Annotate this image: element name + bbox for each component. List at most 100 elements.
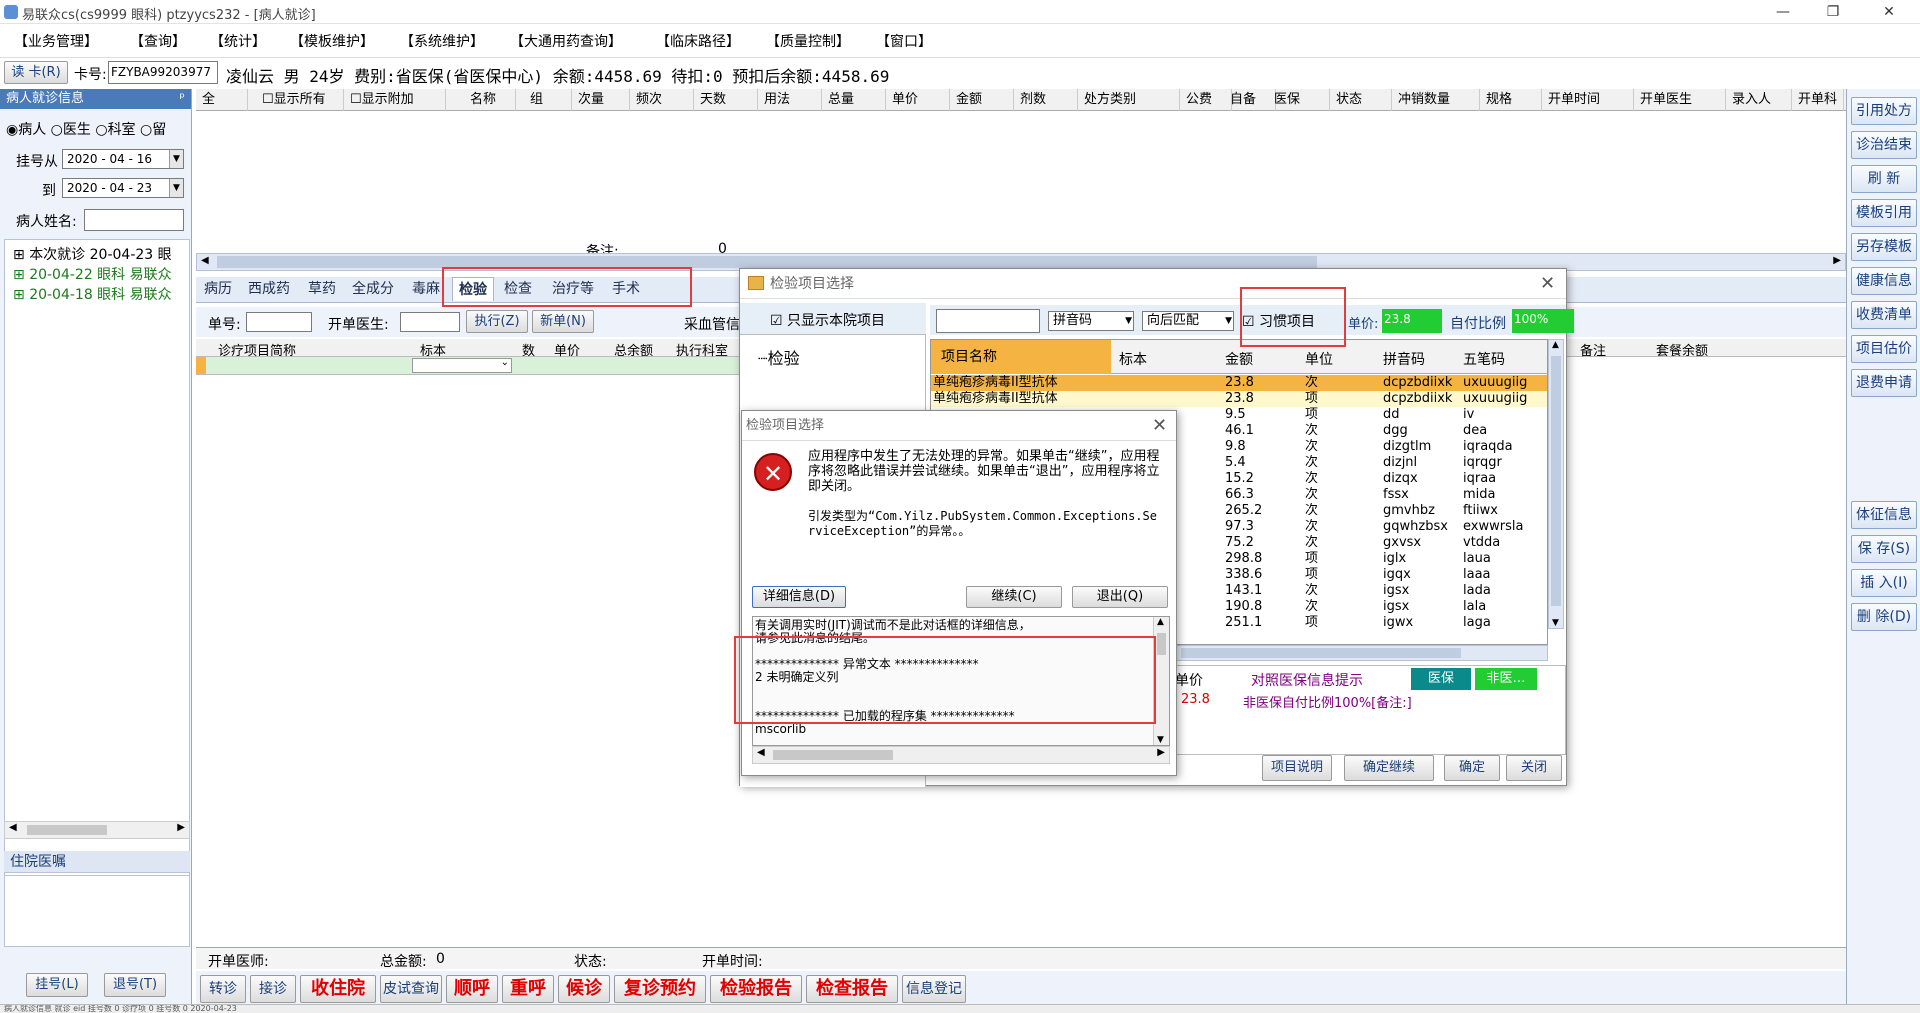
chevron-down-icon[interactable]: ▼ [1225, 312, 1232, 330]
unregister-button[interactable]: 退号(T) [104, 973, 166, 997]
scroll-right-icon[interactable]: ▶ [177, 822, 185, 833]
menu-template[interactable]: 【模板维护】 [290, 31, 374, 51]
details-hscroll[interactable]: ◀ ▶ [752, 746, 1170, 764]
lab-item-row[interactable]: 单纯疱疹病毒II型抗体 23.8 项 dcpzbdiixk uxuuugiig [931, 391, 1547, 407]
item-description-button[interactable]: 项目说明 [1262, 755, 1332, 781]
expand-icon[interactable]: ⊞ [13, 287, 25, 303]
card-number-input[interactable]: FZYBA99203977 [108, 61, 218, 84]
radio-doctor[interactable]: ○ [51, 122, 63, 138]
checkbox-show-all[interactable]: ☐ [262, 92, 274, 107]
scroll-thumb[interactable] [217, 256, 1317, 268]
scroll-down-icon[interactable]: ▼ [1157, 735, 1164, 745]
scroll-up-icon[interactable]: ▲ [1552, 340, 1559, 350]
template-cite-button[interactable]: 模板引用 [1851, 199, 1917, 227]
quit-button[interactable]: 退出(Q) [1072, 586, 1168, 608]
register-button[interactable]: 挂号(L) [26, 973, 88, 997]
admit-button[interactable]: 收住院 [300, 975, 376, 1003]
scroll-right-icon[interactable]: ▶ [1833, 255, 1841, 266]
menu-system[interactable]: 【系统维护】 [400, 31, 484, 51]
date-to-input[interactable]: 2020 - 04 - 23 ▼ [62, 178, 184, 198]
tab-western-medicine[interactable]: 西成药 [242, 277, 296, 301]
search-input[interactable] [936, 309, 1040, 333]
item-estimate-button[interactable]: 项目估价 [1851, 335, 1917, 363]
insert-button[interactable]: 插 入(I) [1851, 569, 1917, 597]
scroll-thumb[interactable] [27, 825, 107, 835]
radio-dept[interactable]: ○ [95, 122, 107, 138]
col-show-extra[interactable]: ☐显示附加 [346, 89, 446, 111]
tab-narcotic[interactable]: 毒麻 [406, 277, 446, 301]
scroll-left-icon[interactable]: ◀ [201, 255, 209, 266]
scroll-thumb[interactable] [1551, 356, 1561, 606]
lab-grid-vscroll[interactable]: ▲ ▼ [1548, 339, 1564, 629]
scroll-down-icon[interactable]: ▼ [1552, 618, 1559, 628]
scroll-left-icon[interactable]: ◀ [9, 822, 17, 833]
save-button[interactable]: 保 存(S) [1851, 535, 1917, 563]
details-button[interactable]: 详细信息(D) [752, 586, 846, 608]
tree-item-current[interactable]: ⊞ 本次就诊 20-04-23 眼 [13, 244, 189, 264]
exam-report-button[interactable]: 检查报告 [806, 975, 898, 1003]
only-local-checkbox[interactable]: ☑ 只显示本院项目 [770, 310, 885, 330]
order-doctor-input[interactable] [400, 312, 460, 332]
skin-test-button[interactable]: 皮试查询 [380, 975, 442, 1003]
menu-drug-query[interactable]: 【大通用药查询】 [510, 31, 622, 51]
chevron-down-icon[interactable]: ▼ [1125, 312, 1132, 330]
chevron-down-icon[interactable]: ⌄ [501, 357, 509, 368]
date-to-dropdown-icon[interactable]: ▼ [169, 179, 183, 197]
close-icon[interactable]: ✕ [1152, 415, 1167, 436]
col-all[interactable]: 全 [198, 89, 248, 111]
recall-button[interactable]: 重呼 [502, 975, 554, 1003]
checkbox-checked-icon[interactable]: ☑ [770, 313, 783, 329]
specimen-dropdown[interactable]: ⌄ [412, 357, 512, 373]
menu-clinical-path[interactable]: 【临床路径】 [656, 31, 740, 51]
read-card-button[interactable]: 读 卡(R) [4, 61, 68, 84]
lab-item-row[interactable]: 单纯疱疹病毒II型抗体 23.8 次 dcpzbdiixk uxuuugiig [931, 375, 1547, 391]
date-from-dropdown-icon[interactable]: ▼ [169, 150, 183, 168]
refresh-button[interactable]: 刷 新 [1851, 165, 1917, 193]
col-show-all[interactable]: ☐显示所有 [258, 89, 344, 111]
waiting-button[interactable]: 候诊 [558, 975, 610, 1003]
checkbox-show-extra[interactable]: ☐ [350, 92, 362, 107]
maximize-button[interactable]: ❐ [1810, 0, 1856, 24]
scroll-thumb[interactable] [1157, 633, 1166, 655]
non-insurance-button[interactable]: 非医… [1475, 668, 1537, 690]
scroll-right-icon[interactable]: ▶ [1157, 747, 1165, 758]
save-template-button[interactable]: 另存模板 [1851, 233, 1917, 261]
info-register-button[interactable]: 信息登记 [902, 975, 966, 1003]
menu-query[interactable]: 【查询】 [130, 31, 186, 51]
scroll-left-icon[interactable]: ◀ [757, 747, 765, 758]
receive-button[interactable]: 接诊 [250, 975, 296, 1003]
continue-button[interactable]: 继续(C) [966, 586, 1062, 608]
tree-item-visit[interactable]: ⊞ 20-04-22 眼科 易联众 [13, 264, 189, 284]
scroll-up-icon[interactable]: ▲ [1157, 617, 1164, 627]
close-dialog-button[interactable]: 关闭 [1506, 755, 1562, 781]
radio-stay[interactable]: ○ [140, 122, 152, 138]
match-mode-select[interactable]: 向后匹配 ▼ [1142, 311, 1234, 331]
tab-full-component[interactable]: 全成分 [346, 277, 400, 301]
confirm-continue-button[interactable]: 确定继续 [1344, 755, 1434, 781]
menu-window[interactable]: 【窗口】 [876, 31, 932, 51]
health-info-button[interactable]: 健康信息 [1851, 267, 1917, 295]
tree-horizontal-scrollbar[interactable]: ◀ ▶ [4, 821, 190, 839]
tab-herbal[interactable]: 草药 [302, 277, 342, 301]
close-icon[interactable]: ✕ [1540, 273, 1555, 294]
tab-record[interactable]: 病历 [198, 277, 238, 301]
expand-icon[interactable]: ⊞ [13, 247, 25, 263]
followup-button[interactable]: 复诊预约 [614, 975, 706, 1003]
menu-stats[interactable]: 【统计】 [210, 31, 266, 51]
expand-icon[interactable]: ⊞ [13, 267, 25, 283]
cite-prescription-button[interactable]: 引用处方 [1851, 97, 1917, 125]
minimize-button[interactable]: — [1760, 0, 1806, 24]
date-from-input[interactable]: 2020 - 04 - 16 ▼ [62, 149, 184, 169]
lab-report-button[interactable]: 检验报告 [710, 975, 802, 1003]
tree-item-visit[interactable]: ⊞ 20-04-18 眼科 易联众 [13, 284, 189, 304]
scroll-thumb[interactable] [773, 750, 893, 760]
new-order-button[interactable]: 新单(N) [532, 310, 594, 333]
ok-button[interactable]: 确定 [1444, 755, 1500, 781]
end-consult-button[interactable]: 诊治结束 [1851, 131, 1917, 159]
patient-name-input[interactable] [84, 209, 184, 231]
refund-request-button[interactable]: 退费申请 [1851, 369, 1917, 397]
delete-button[interactable]: 删 除(D) [1851, 603, 1917, 631]
tree-root-lab[interactable]: ┈检验 [758, 345, 800, 369]
vital-signs-button[interactable]: 体征信息 [1851, 501, 1917, 529]
call-next-button[interactable]: 顺呼 [446, 975, 498, 1003]
